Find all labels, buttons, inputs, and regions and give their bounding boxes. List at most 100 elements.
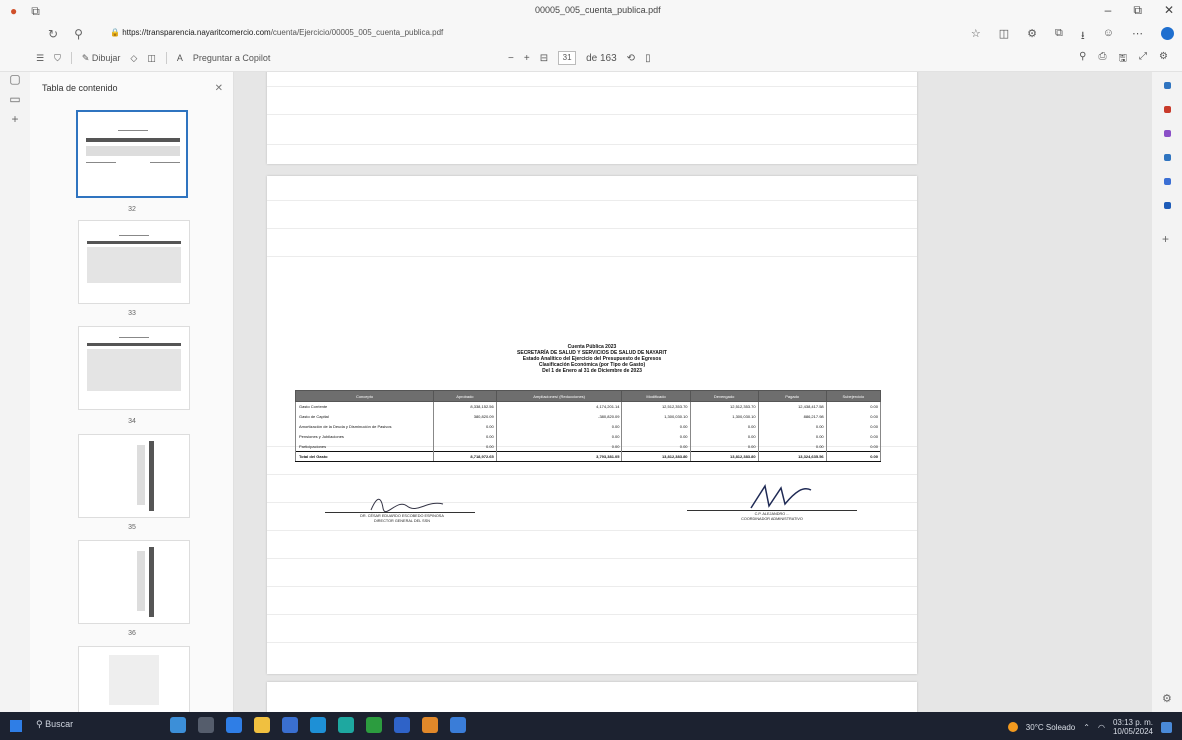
signature-right-scribble: [750, 484, 812, 509]
table-cell: 0.00: [621, 421, 691, 432]
pdf-viewer[interactable]: Cuenta Pública 2023 SECRETARÍA DE SALUD …: [234, 72, 1152, 712]
signature-left: DR. CÉSAR EDUARDO ESCOBEDO ESPINOSA DIRE…: [307, 514, 497, 524]
tools-icon[interactable]: [1164, 130, 1171, 137]
page-thumbnail[interactable]: [78, 326, 190, 410]
split-screen-icon[interactable]: ◫: [999, 27, 1009, 46]
notifications-icon[interactable]: [1161, 721, 1172, 733]
file-explorer-icon[interactable]: [254, 717, 270, 733]
outlook-icon[interactable]: [1164, 202, 1171, 209]
table-cell: 0.00: [825, 451, 882, 462]
table-cell: 12,512,353.70: [689, 401, 759, 412]
window-title: 00005_005_cuenta_publica.pdf: [535, 5, 661, 15]
settings-icon[interactable]: ⚙: [1159, 51, 1168, 68]
titlebar-left: ● ⧉: [10, 4, 40, 19]
table-cell: Pensiones y Jubilaciones: [295, 431, 434, 442]
save-icon[interactable]: 🖫: [1119, 51, 1128, 68]
vertical-tabs-rail: ▢ ▭ +: [0, 72, 30, 712]
expand-icon[interactable]: ⤢: [1139, 51, 1147, 68]
sidebar-settings-icon[interactable]: ⚙: [1162, 692, 1172, 705]
table-cell: 13,324,635.56: [757, 451, 827, 462]
collections-icon[interactable]: ⧉: [1055, 27, 1063, 46]
widgets-icon[interactable]: [170, 717, 186, 733]
page-thumbnail[interactable]: [78, 646, 190, 712]
pdf-toolbar: ☰ ⛉ ✎ Dibujar ◇ ◫ A Preguntar a Copilot …: [0, 46, 1182, 72]
extensions-icon[interactable]: ⚙: [1027, 27, 1037, 46]
erase-icon[interactable]: ◇: [130, 53, 137, 64]
browser-profile-icon[interactable]: ●: [10, 4, 17, 19]
sidebar-header: Tabla de contenido ✕: [30, 72, 233, 102]
start-button[interactable]: [10, 720, 22, 732]
read-aloud-icon[interactable]: A: [177, 53, 183, 63]
table-cell: 1,300,030.10: [621, 411, 691, 422]
table-cell: 12,438,417.58: [757, 401, 827, 412]
contents-toggle-icon[interactable]: ☰: [36, 53, 44, 64]
table-cell: 0.00: [689, 421, 759, 432]
copilot-icon[interactable]: [1161, 27, 1174, 40]
new-tab-icon[interactable]: +: [0, 112, 30, 132]
table-cell: Gasto de Capital: [295, 411, 434, 422]
office-icon[interactable]: [1164, 178, 1171, 185]
tab-page-icon[interactable]: ▢: [0, 72, 30, 92]
weather-icon: [1007, 722, 1018, 732]
rotate-icon[interactable]: ⟲: [627, 53, 635, 64]
profile-icon[interactable]: ☺: [1103, 27, 1114, 46]
clock-time: 03:13 p. m.: [1112, 718, 1153, 727]
minimize-button[interactable]: –: [1105, 3, 1112, 18]
app-icon[interactable]: [338, 717, 354, 733]
search-sidebar-icon[interactable]: [1164, 82, 1171, 89]
tray-chevron-icon[interactable]: ⌃: [1083, 723, 1090, 732]
signature-left-scribble: [370, 498, 444, 513]
filter-icon[interactable]: ⛉: [54, 53, 61, 64]
page-layout-icon[interactable]: ▯: [645, 53, 651, 64]
shopping-icon[interactable]: [1164, 106, 1171, 113]
page-thumbnail[interactable]: [78, 220, 190, 304]
close-window-button[interactable]: ✕: [1164, 3, 1174, 18]
page-thumbnail[interactable]: [76, 110, 188, 198]
teams-icon[interactable]: [450, 717, 466, 733]
taskbar-apps: [170, 717, 466, 733]
games-icon[interactable]: [1164, 154, 1171, 161]
page-view-icon[interactable]: ◫: [147, 53, 156, 64]
store-icon[interactable]: [282, 717, 298, 733]
table-cell: 0.00: [757, 431, 827, 442]
search-icon[interactable]: ⚲: [74, 27, 83, 41]
draw-button[interactable]: ✎ Dibujar: [82, 53, 121, 64]
taskbar-search[interactable]: ⚲ Buscar: [36, 719, 73, 730]
column-header: Pagado: [757, 390, 827, 402]
page-number-input[interactable]: 31: [558, 51, 577, 65]
more-menu-icon[interactable]: ⋯: [1132, 27, 1143, 46]
table-header-row: Concepto Aprobado Ampliaciones/ (Reducci…: [295, 390, 882, 402]
chrome-icon[interactable]: [422, 717, 438, 733]
add-sidebar-app-icon[interactable]: +: [1162, 232, 1169, 246]
pdf-toolbar-center: − + ⊟ 31 de 163 ⟲ ▯: [508, 51, 651, 65]
zoom-in-button[interactable]: +: [524, 53, 530, 64]
mail-icon[interactable]: [310, 717, 326, 733]
print-icon[interactable]: ⎙: [1099, 51, 1107, 68]
maximize-button[interactable]: ⧉: [1133, 3, 1142, 18]
url-field[interactable]: 🔒 https://transparencia.nayaritcomercio.…: [110, 28, 480, 37]
page-thumbnail[interactable]: [78, 540, 190, 624]
page-thumbnail[interactable]: [78, 434, 190, 518]
downloads-icon[interactable]: ⭳: [1081, 27, 1085, 46]
ask-copilot-button[interactable]: Preguntar a Copilot: [193, 53, 271, 63]
clock[interactable]: 03:13 p. m. 10/05/2024: [1113, 718, 1153, 736]
edge-app-icon[interactable]: [226, 717, 242, 733]
word-icon[interactable]: [394, 717, 410, 733]
table-cell: 0.00: [689, 431, 759, 442]
task-view-icon[interactable]: [198, 717, 214, 733]
refresh-icon[interactable]: ↻: [48, 27, 58, 41]
tab-document-icon[interactable]: ▭: [0, 92, 30, 112]
fit-page-icon[interactable]: ⊟: [540, 53, 548, 64]
network-icon[interactable]: ◠: [1098, 723, 1105, 732]
table-cell: 0.00: [825, 441, 882, 452]
favorite-star-icon[interactable]: ☆: [971, 27, 981, 46]
thumbnail-page-number: 35: [128, 524, 136, 531]
weather-text[interactable]: 30°C Soleado: [1026, 723, 1075, 732]
table-cell: 0.00: [433, 441, 497, 452]
tab-actions-icon[interactable]: ⧉: [31, 4, 40, 19]
search-in-pdf-icon[interactable]: ⚲: [1079, 51, 1086, 68]
excel-icon[interactable]: [366, 717, 382, 733]
close-sidebar-icon[interactable]: ✕: [215, 83, 223, 102]
zoom-out-button[interactable]: −: [508, 53, 514, 64]
table-cell: 886,217.98: [757, 411, 827, 422]
